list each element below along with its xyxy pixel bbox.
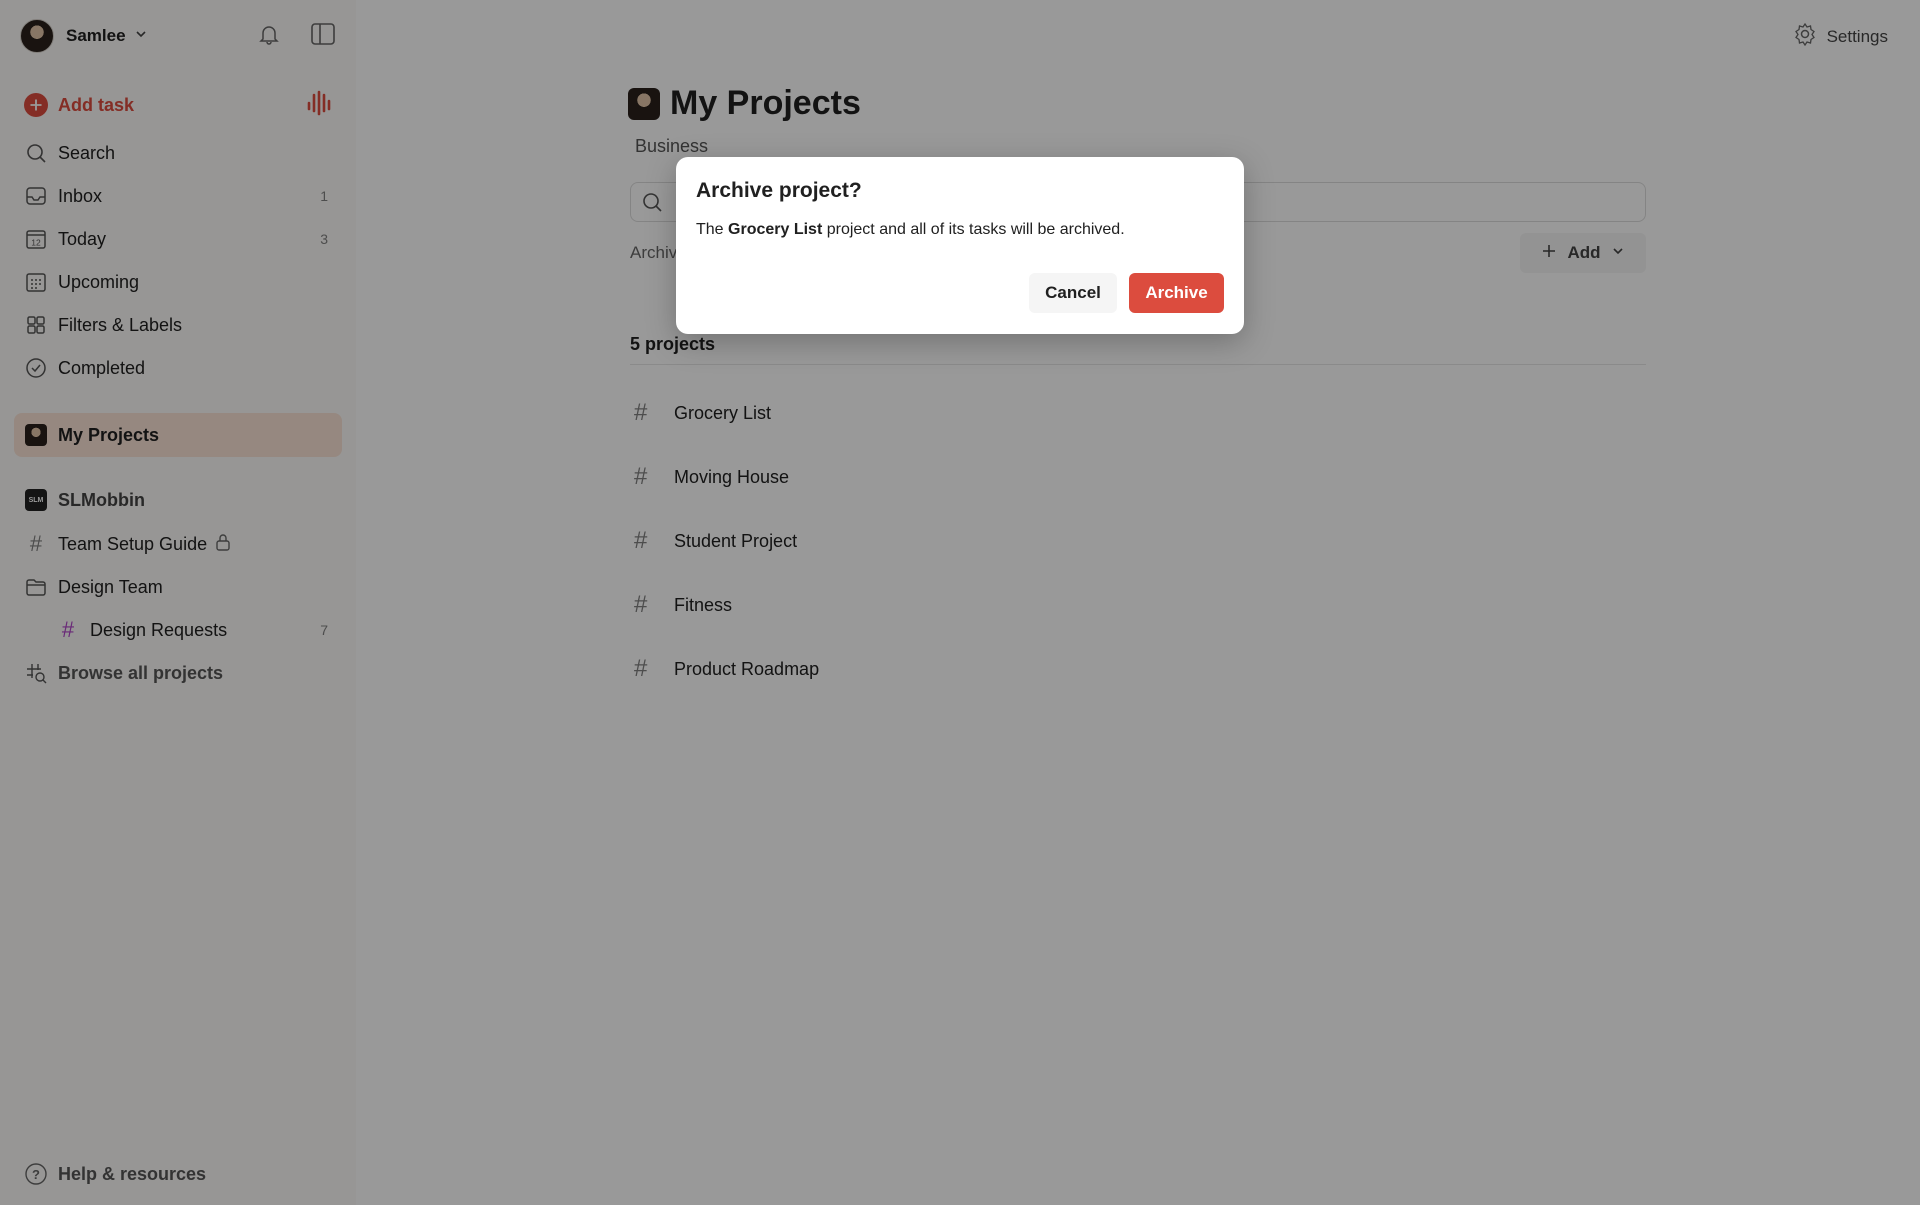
archive-dialog: Archive project? The Grocery List projec… — [676, 157, 1244, 334]
dialog-project-name: Grocery List — [728, 221, 823, 238]
cancel-button[interactable]: Cancel — [1029, 273, 1117, 313]
dialog-message: The Grocery List project and all of its … — [696, 221, 1125, 238]
dialog-title: Archive project? — [696, 179, 862, 202]
archive-button[interactable]: Archive — [1129, 273, 1224, 313]
